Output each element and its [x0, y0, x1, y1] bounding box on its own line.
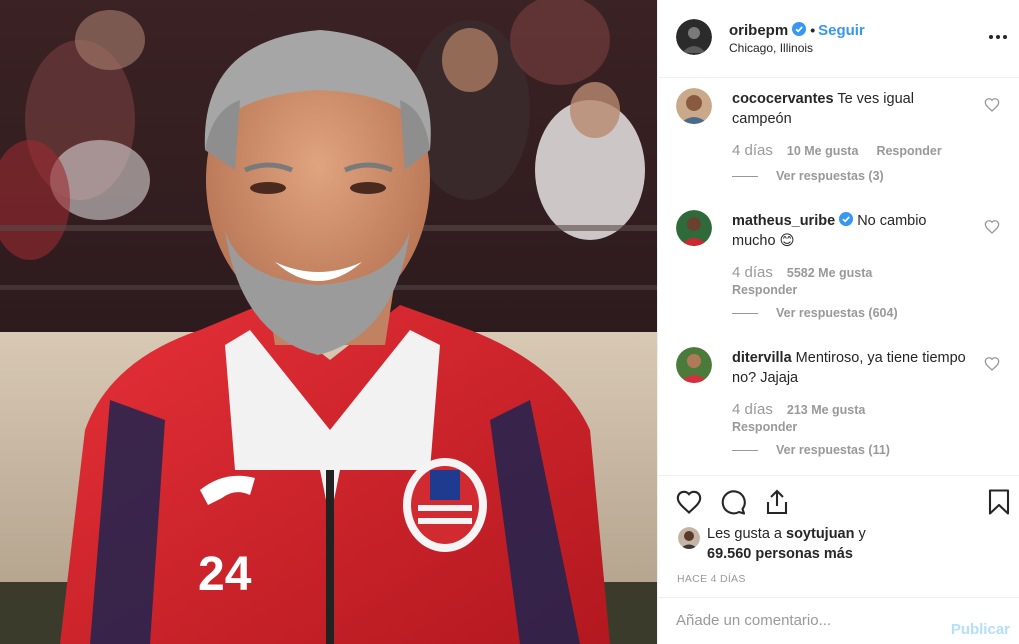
liker-username[interactable]: soytujuan [786, 526, 854, 542]
comment-text: matheus_uribe No cambio mucho 😊 [732, 211, 970, 251]
comment-likes[interactable]: 213 Me gusta [787, 403, 866, 417]
share-icon[interactable] [763, 488, 791, 516]
comment-meta: 4 días 5582 Me gusta [732, 264, 890, 281]
comment-avatar[interactable] [676, 210, 712, 246]
likes-connector: y [854, 526, 866, 542]
author-avatar[interactable] [676, 19, 712, 55]
comment-icon[interactable] [719, 488, 747, 516]
likes-summary: Les gusta a soytujuan y 69.560 personas m… [658, 524, 1019, 568]
comment-time[interactable]: 4 días [732, 401, 773, 418]
comment-reply-button[interactable]: Responder [732, 420, 797, 434]
post-location[interactable]: Chicago, Illinois [729, 41, 813, 55]
comment-likes[interactable]: 5582 Me gusta [787, 266, 872, 280]
likes-prefix: Les gusta a [707, 526, 786, 542]
view-replies-button[interactable]: Ver respuestas (604) [732, 306, 898, 320]
view-replies-button[interactable]: Ver respuestas (3) [732, 169, 884, 183]
likes-count[interactable]: 69.560 personas más [707, 546, 853, 562]
view-replies-button[interactable]: Ver respuestas (11) [732, 443, 890, 457]
add-comment-bar: Publicar [658, 597, 1019, 644]
comment-avatar[interactable] [676, 88, 712, 124]
publish-button[interactable]: Publicar [951, 621, 1010, 638]
bookmark-icon[interactable] [985, 488, 1013, 516]
comment-username[interactable]: ditervilla [732, 350, 792, 366]
comment-reply-button[interactable]: Responder [876, 144, 941, 158]
comment-text: ditervilla Mentiroso, ya tiene tiempo no… [732, 348, 970, 388]
jersey-number: 24 [198, 548, 252, 601]
view-replies-label: Ver respuestas (604) [776, 306, 898, 320]
thread-line [732, 313, 758, 315]
post-timestamp[interactable]: HACE 4 DÍAS [677, 573, 746, 585]
comment-username[interactable]: cococervantes [732, 91, 834, 107]
comment-time[interactable]: 4 días [732, 142, 773, 159]
author-username[interactable]: oribepm [729, 22, 788, 39]
comment-time[interactable]: 4 días [732, 264, 773, 281]
author-line: oribepm • Seguir [729, 22, 865, 39]
follow-button[interactable]: Seguir [818, 22, 865, 39]
comment-text: cococervantes Te ves igual campeón [732, 89, 970, 129]
post-side-panel: oribepm • Seguir Chicago, Illinois cococer… [657, 0, 1019, 644]
thread-line [732, 450, 758, 452]
verified-badge-icon [792, 22, 807, 36]
comment-meta: 4 días 213 Me gusta [732, 401, 883, 418]
likes-text: Les gusta a soytujuan y 69.560 personas m… [707, 524, 1007, 564]
comments-list[interactable]: cococervantes Te ves igual campeón 4 día… [658, 79, 1019, 475]
comment-username[interactable]: matheus_uribe [732, 213, 835, 229]
verified-badge-icon [839, 212, 854, 226]
action-bar [658, 475, 1019, 527]
comment-like-heart-icon[interactable] [984, 219, 1000, 235]
view-replies-label: Ver respuestas (11) [776, 443, 890, 457]
comment-like-heart-icon[interactable] [984, 97, 1000, 113]
comment-likes[interactable]: 10 Me gusta [787, 144, 859, 158]
thread-line [732, 176, 758, 178]
comment-avatar[interactable] [676, 347, 712, 383]
post-photo[interactable]: 24 [0, 0, 657, 644]
post-photo-image: 24 [0, 0, 657, 644]
post-header: oribepm • Seguir Chicago, Illinois [658, 0, 1019, 78]
header-separator: • [810, 22, 816, 38]
liker-avatar[interactable] [678, 527, 700, 549]
heart-icon[interactable] [675, 488, 703, 516]
add-comment-input[interactable] [676, 612, 926, 629]
view-replies-label: Ver respuestas (3) [776, 169, 884, 183]
comment-meta: 4 días 10 Me gusta Responder [732, 142, 942, 159]
comment-like-heart-icon[interactable] [984, 356, 1000, 372]
comment-reply-button[interactable]: Responder [732, 283, 797, 297]
more-options-icon[interactable] [988, 27, 1008, 47]
